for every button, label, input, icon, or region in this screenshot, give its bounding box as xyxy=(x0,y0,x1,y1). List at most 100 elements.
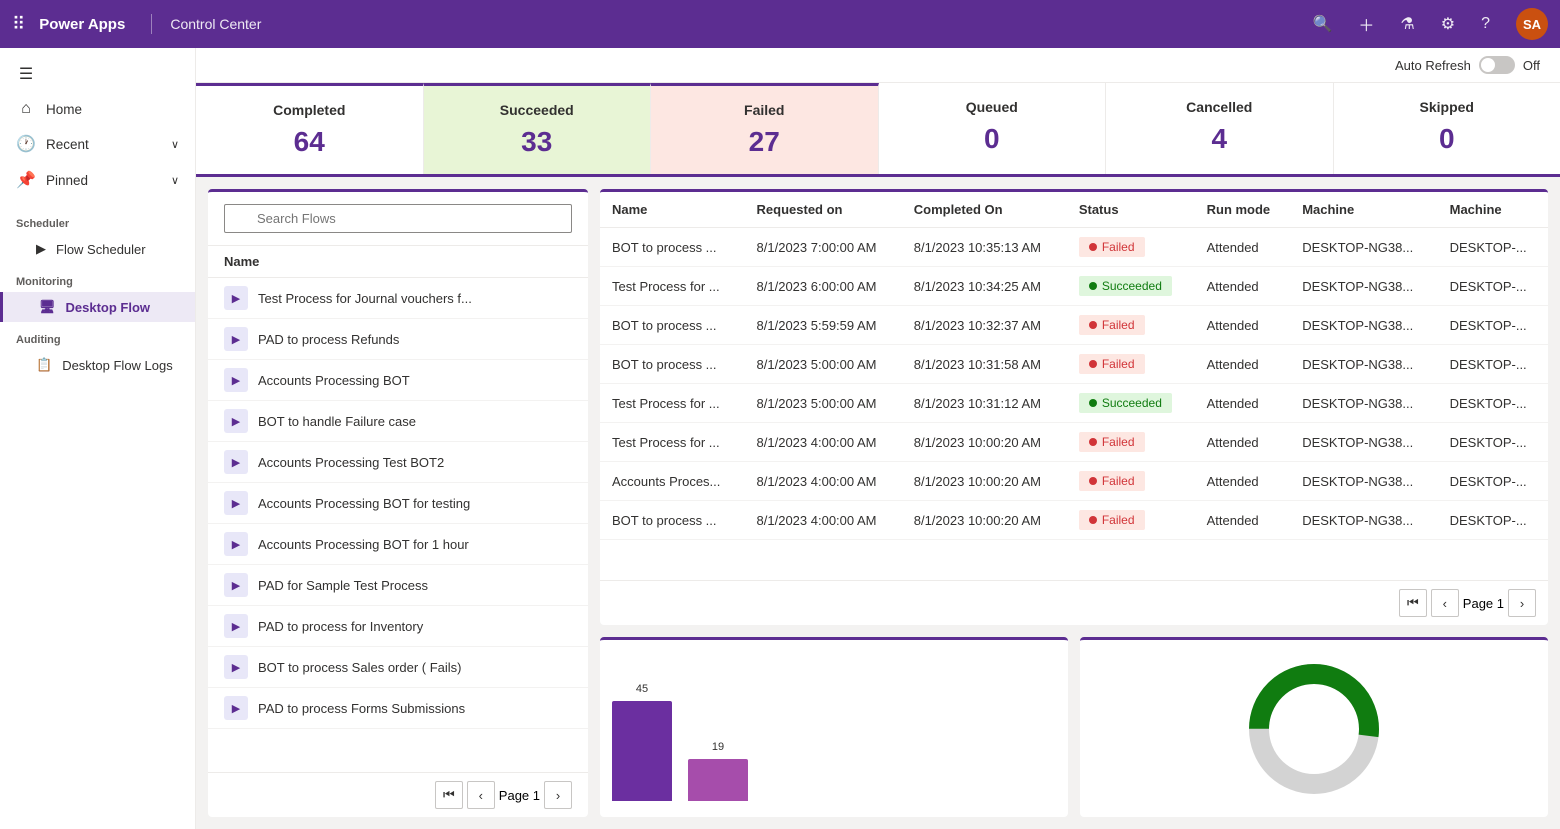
flow-list-item[interactable]: ▶ Test Process for Journal vouchers f... xyxy=(208,278,588,319)
content-area: Auto Refresh Off Completed 64 Succeeded … xyxy=(196,48,1560,829)
flow-prev-page-button[interactable]: ‹ xyxy=(467,781,495,809)
monitoring-section-label: Monitoring xyxy=(0,264,195,292)
table-scroll[interactable]: NameRequested onCompleted OnStatusRun mo… xyxy=(600,192,1548,580)
hamburger-button[interactable]: ☰ xyxy=(0,56,195,92)
flow-list-item[interactable]: ▶ PAD for Sample Test Process xyxy=(208,565,588,606)
add-icon[interactable]: ＋ xyxy=(1358,12,1374,36)
auto-refresh-state: Off xyxy=(1523,58,1540,73)
flow-next-page-button[interactable]: › xyxy=(544,781,572,809)
stat-card-completed[interactable]: Completed 64 xyxy=(196,83,424,174)
status-badge: Failed xyxy=(1079,510,1145,530)
flow-list-item[interactable]: ▶ BOT to process Sales order ( Fails) xyxy=(208,647,588,688)
cell-completed: 8/1/2023 10:31:12 AM xyxy=(902,384,1067,423)
flow-item-icon: ▶ xyxy=(224,491,248,515)
cell-requested: 8/1/2023 7:00:00 AM xyxy=(745,228,902,267)
cell-name: BOT to process ... xyxy=(600,306,745,345)
cell-requested: 8/1/2023 6:00:00 AM xyxy=(745,267,902,306)
table-row[interactable]: Test Process for ... 8/1/2023 6:00:00 AM… xyxy=(600,267,1548,306)
sidebar-item-flow-scheduler[interactable]: ▶ Flow Scheduler xyxy=(0,234,195,264)
cell-machine2: DESKTOP-... xyxy=(1438,462,1548,501)
cell-machine: DESKTOP-NG38... xyxy=(1290,345,1437,384)
cell-status: Failed xyxy=(1067,423,1195,462)
cell-runmode: Attended xyxy=(1195,228,1291,267)
table-next-page-button[interactable]: › xyxy=(1508,589,1536,617)
flow-list-item[interactable]: ▶ Accounts Processing BOT for testing xyxy=(208,483,588,524)
flow-list-item[interactable]: ▶ PAD to process Forms Submissions xyxy=(208,688,588,729)
chevron-down-icon: ∨ xyxy=(171,174,179,187)
sidebar-item-desktop-flow-logs[interactable]: 📋 Desktop Flow Logs xyxy=(0,350,195,380)
status-dot xyxy=(1089,438,1097,446)
cell-status: Succeeded xyxy=(1067,267,1195,306)
sidebar-item-home[interactable]: ⌂ Home xyxy=(0,92,195,126)
sidebar-item-pinned[interactable]: 📌 Pinned ∨ xyxy=(0,162,195,198)
flow-item-label: Accounts Processing Test BOT2 xyxy=(258,455,444,470)
waffle-icon[interactable]: ⠿ xyxy=(12,14,25,35)
flow-item-label: BOT to process Sales order ( Fails) xyxy=(258,660,462,675)
cell-status: Failed xyxy=(1067,501,1195,540)
bar-value: 19 xyxy=(712,741,724,753)
flow-list-item[interactable]: ▶ BOT to handle Failure case xyxy=(208,401,588,442)
top-nav: ⠿ Power Apps Control Center 🔍 ＋ ⚗ ⚙ ? SA xyxy=(0,0,1560,48)
table-prev-page-button[interactable]: ‹ xyxy=(1431,589,1459,617)
table-row[interactable]: BOT to process ... 8/1/2023 4:00:00 AM 8… xyxy=(600,501,1548,540)
cell-machine2: DESKTOP-... xyxy=(1438,501,1548,540)
table-first-page-button[interactable]: ⏮ xyxy=(1399,589,1427,617)
table-row[interactable]: Test Process for ... 8/1/2023 5:00:00 AM… xyxy=(600,384,1548,423)
flow-item-icon: ▶ xyxy=(224,532,248,556)
search-input[interactable] xyxy=(224,204,572,233)
search-icon[interactable]: 🔍 xyxy=(1312,14,1332,34)
menu-icon: ☰ xyxy=(16,64,36,84)
cell-runmode: Attended xyxy=(1195,462,1291,501)
table-col-1: Requested on xyxy=(745,192,902,228)
table-row[interactable]: Test Process for ... 8/1/2023 4:00:00 AM… xyxy=(600,423,1548,462)
stat-card-cancelled[interactable]: Cancelled 4 xyxy=(1106,83,1334,174)
table-row[interactable]: BOT to process ... 8/1/2023 5:00:00 AM 8… xyxy=(600,345,1548,384)
cell-machine2: DESKTOP-... xyxy=(1438,345,1548,384)
cell-name: Test Process for ... xyxy=(600,267,745,306)
flow-list-item[interactable]: ▶ Accounts Processing BOT for 1 hour xyxy=(208,524,588,565)
donut-chart-card xyxy=(1080,637,1548,817)
flow-item-icon: ▶ xyxy=(224,696,248,720)
cell-requested: 8/1/2023 5:59:59 AM xyxy=(745,306,902,345)
stat-card-failed[interactable]: Failed 27 xyxy=(651,83,879,174)
table-row[interactable]: BOT to process ... 8/1/2023 5:59:59 AM 8… xyxy=(600,306,1548,345)
cell-machine2: DESKTOP-... xyxy=(1438,384,1548,423)
table-col-6: Machine xyxy=(1438,192,1548,228)
flow-item-icon: ▶ xyxy=(224,368,248,392)
flow-search-bar: 🔍 xyxy=(208,192,588,246)
flow-list-item[interactable]: ▶ PAD to process Refunds xyxy=(208,319,588,360)
cell-completed: 8/1/2023 10:34:25 AM xyxy=(902,267,1067,306)
flow-first-page-button[interactable]: ⏮ xyxy=(435,781,463,809)
sidebar-item-recent[interactable]: 🕐 Recent ∨ xyxy=(0,126,195,162)
stat-card-skipped[interactable]: Skipped 0 xyxy=(1334,83,1560,174)
flow-item-label: PAD to process for Inventory xyxy=(258,619,423,634)
table-row[interactable]: Accounts Proces... 8/1/2023 4:00:00 AM 8… xyxy=(600,462,1548,501)
flow-list-item[interactable]: ▶ Accounts Processing BOT xyxy=(208,360,588,401)
sidebar-item-flow-scheduler-label: Flow Scheduler xyxy=(56,242,146,257)
sidebar-item-desktop-flow[interactable]: 🖥 Desktop Flow xyxy=(0,292,195,322)
cell-requested: 8/1/2023 4:00:00 AM xyxy=(745,423,902,462)
flow-list-item[interactable]: ▶ Accounts Processing Test BOT2 xyxy=(208,442,588,483)
bar: 45 xyxy=(612,701,672,801)
filter-icon[interactable]: ⚗ xyxy=(1400,14,1414,34)
auto-refresh-toggle[interactable] xyxy=(1479,56,1515,74)
donut-container xyxy=(1092,652,1536,805)
stat-card-succeeded[interactable]: Succeeded 33 xyxy=(424,83,652,174)
bar-group: 19 xyxy=(688,759,748,805)
cell-machine: DESKTOP-NG38... xyxy=(1290,423,1437,462)
stat-card-queued[interactable]: Queued 0 xyxy=(879,83,1107,174)
flow-list-name-header: Name xyxy=(208,246,588,278)
stat-label-failed: Failed xyxy=(671,102,858,118)
status-dot xyxy=(1089,399,1097,407)
settings-icon[interactable]: ⚙ xyxy=(1441,14,1455,34)
help-icon[interactable]: ? xyxy=(1481,15,1490,33)
flow-page-label: Page 1 xyxy=(499,788,540,803)
scheduler-section-label: Scheduler xyxy=(0,206,195,234)
flow-list-item[interactable]: ▶ PAD to process for Inventory xyxy=(208,606,588,647)
table-row[interactable]: BOT to process ... 8/1/2023 7:00:00 AM 8… xyxy=(600,228,1548,267)
cell-machine2: DESKTOP-... xyxy=(1438,228,1548,267)
flow-list-panel: 🔍 Name ▶ Test Process for Journal vouche… xyxy=(208,189,588,817)
avatar[interactable]: SA xyxy=(1516,8,1548,40)
status-badge: Failed xyxy=(1079,471,1145,491)
bar-value: 45 xyxy=(636,683,648,695)
